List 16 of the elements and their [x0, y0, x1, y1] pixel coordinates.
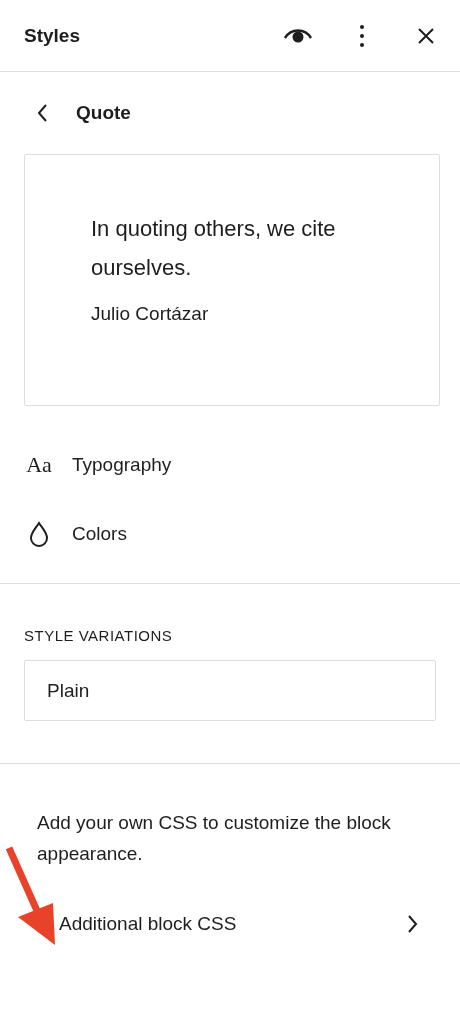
tool-item[interactable]: Colors — [0, 521, 127, 547]
additional-css-item[interactable]: Additional block CSS — [59, 913, 419, 935]
more-icon — [359, 23, 365, 48]
chevron-left-icon — [36, 103, 48, 123]
tool-item[interactable]: Aa Typography — [0, 452, 172, 478]
block-title: Quote — [76, 102, 131, 124]
quote-text: In quoting others, we cite ourselves. — [91, 215, 337, 282]
quote-citation: Julio Cortázar — [91, 303, 209, 324]
style-variation-option[interactable]: Plain — [24, 660, 436, 721]
section-heading: STYLE VARIATIONS — [24, 627, 173, 644]
description-text: Add your own CSS to customize the block appearance. — [37, 811, 392, 866]
typography-icon: Aa — [26, 452, 52, 478]
chevron-right-icon — [407, 914, 419, 934]
close-icon — [417, 26, 435, 45]
droplet-icon — [29, 521, 49, 547]
panel-title: Styles — [24, 24, 81, 47]
